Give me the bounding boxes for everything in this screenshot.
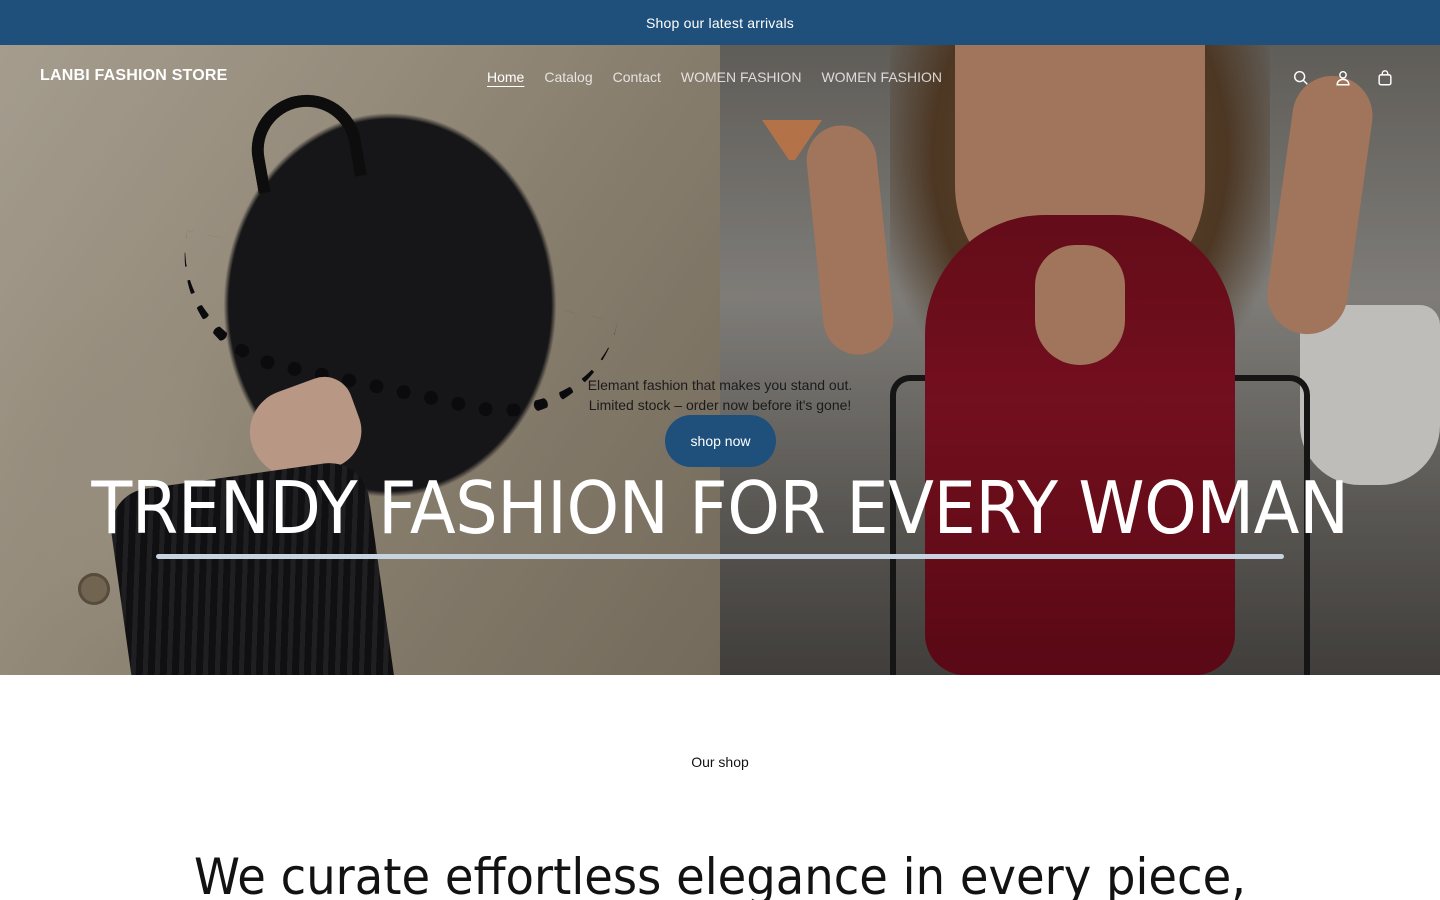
search-icon[interactable]: [1280, 65, 1322, 91]
nav-women-fashion-2[interactable]: WOMEN FASHION: [811, 65, 952, 89]
announcement-bar: Shop our latest arrivals: [0, 0, 1440, 45]
header-icons: [1280, 65, 1406, 91]
main-nav: Home Catalog Contact WOMEN FASHION WOMEN…: [477, 65, 952, 89]
hero-copy: Elemant fashion that makes you stand out…: [0, 375, 1440, 415]
nav-contact[interactable]: Contact: [603, 65, 671, 89]
hero-overlay: [0, 45, 1440, 675]
account-icon[interactable]: [1322, 65, 1364, 91]
nav-catalog[interactable]: Catalog: [534, 65, 602, 89]
shop-now-button[interactable]: shop now: [665, 415, 776, 467]
hero-heading: TRENDY FASHION FOR EVERY WOMAN: [91, 466, 1349, 550]
section-label: Our shop: [691, 754, 749, 770]
hero-banner: [0, 45, 1440, 675]
hero-heading-underline: [156, 554, 1284, 559]
hero-text-line-1: Elemant fashion that makes you stand out…: [587, 377, 853, 393]
site-header: LANBI FASHION STORE Home Catalog Contact…: [0, 45, 1440, 111]
store-logo[interactable]: LANBI FASHION STORE: [40, 67, 228, 85]
section-heading: We curate effortless elegance in every p…: [193, 848, 1247, 900]
hero-text-line-2: Limited stock – order now before it's go…: [588, 397, 852, 413]
announcement-text: Shop our latest arrivals: [646, 14, 794, 31]
nav-home[interactable]: Home: [477, 65, 534, 89]
nav-women-fashion[interactable]: WOMEN FASHION: [671, 65, 812, 89]
cart-icon[interactable]: [1364, 65, 1406, 91]
